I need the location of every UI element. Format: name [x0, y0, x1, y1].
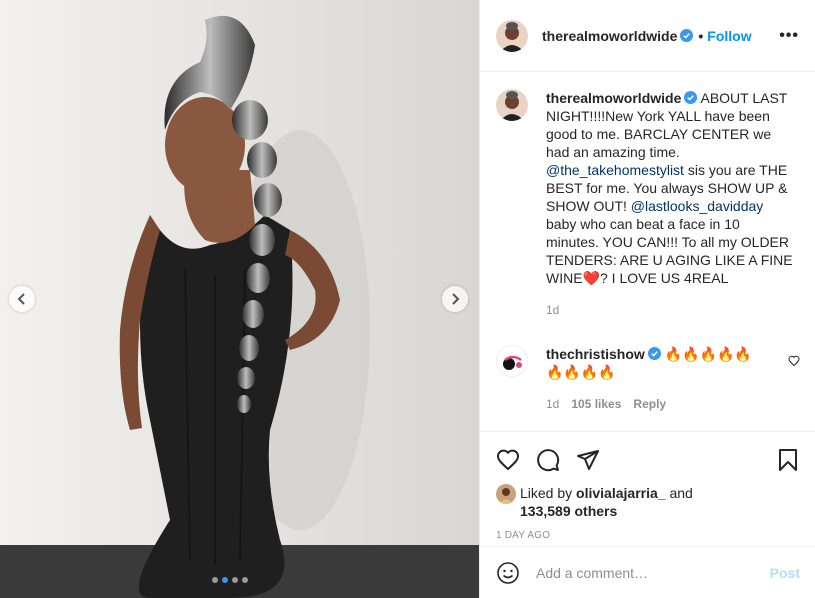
likes-text: Liked by olivialajarria_ and 133,589 oth…	[520, 484, 693, 520]
more-options-button[interactable]: •••	[779, 27, 799, 45]
header-separator: •	[698, 27, 704, 44]
heart-emoji: ❤️	[582, 270, 600, 286]
comment-item: thechristishow 🔥🔥🔥🔥🔥🔥🔥🔥🔥 1d 105 likes Re…	[496, 345, 800, 411]
like-comment-icon[interactable]	[788, 355, 800, 367]
comment-text: thechristishow 🔥🔥🔥🔥🔥🔥🔥🔥🔥	[546, 345, 766, 381]
carousel-dot	[232, 577, 238, 583]
save-button[interactable]	[776, 448, 800, 472]
comment-icon	[537, 449, 560, 472]
comment-likes[interactable]: 105 likes	[571, 397, 621, 411]
caption: therealmoworldwide ABOUT LAST NIGHT!!!!N…	[496, 89, 800, 317]
carousel-dot	[212, 577, 218, 583]
liked-by-prefix: Liked by	[520, 485, 573, 501]
carousel-prev-button[interactable]	[9, 286, 35, 312]
share-button[interactable]	[576, 448, 600, 472]
liker-avatar[interactable]	[496, 484, 516, 504]
verified-badge-icon	[680, 29, 694, 42]
bookmark-icon	[779, 449, 797, 471]
add-comment-input[interactable]	[536, 564, 770, 581]
chevron-right-icon	[452, 293, 460, 305]
emoji-button[interactable]	[496, 561, 520, 585]
post-comment-button[interactable]: Post	[770, 565, 800, 581]
mention-link[interactable]: @lastlooks_davidday	[631, 198, 764, 214]
author-avatar[interactable]	[496, 89, 528, 121]
verified-badge-icon	[684, 91, 698, 104]
post-image	[0, 0, 479, 598]
smiley-icon	[497, 561, 519, 584]
liked-by-user[interactable]: olivialajarria_	[576, 485, 666, 501]
commenter-username[interactable]: thechristishow	[546, 346, 645, 362]
send-icon	[577, 450, 599, 470]
like-button[interactable]	[496, 448, 520, 472]
comment-composer: Post	[480, 546, 815, 598]
caption-part: ? I LOVE US 4REAL	[600, 270, 729, 286]
caption-username[interactable]: therealmoworldwide	[546, 90, 681, 106]
liked-by-and: and	[669, 485, 693, 501]
commenter-avatar[interactable]	[496, 345, 528, 377]
comment-age[interactable]: 1d	[546, 397, 559, 411]
action-bar	[496, 440, 800, 480]
caption-age[interactable]: 1d	[546, 303, 559, 317]
carousel-indicator	[212, 577, 248, 583]
instagram-post-modal: therealmoworldwide • Follow ••• therealm…	[0, 0, 815, 598]
post-timestamp[interactable]: 1 DAY AGO	[496, 530, 800, 541]
post-sidebar: therealmoworldwide • Follow ••• therealm…	[479, 0, 815, 598]
carousel-next-button[interactable]	[442, 286, 468, 312]
post-actions: Liked by olivialajarria_ and 133,589 oth…	[480, 431, 815, 541]
verified-badge-icon	[647, 347, 661, 360]
comments-section[interactable]: therealmoworldwide ABOUT LAST NIGHT!!!!N…	[480, 73, 815, 431]
likes-summary: Liked by olivialajarria_ and 133,589 oth…	[496, 484, 800, 520]
post-header: therealmoworldwide • Follow •••	[480, 0, 815, 72]
reply-button[interactable]: Reply	[633, 397, 666, 411]
caption-text: therealmoworldwide ABOUT LAST NIGHT!!!!N…	[546, 89, 796, 287]
carousel-dot-active	[222, 577, 228, 583]
comment-button[interactable]	[536, 448, 560, 472]
author-avatar[interactable]	[496, 19, 528, 52]
mention-link[interactable]: @the_takehomestylist	[546, 162, 684, 178]
author-username[interactable]: therealmoworldwide	[542, 28, 677, 44]
chevron-left-icon	[17, 293, 25, 305]
heart-icon	[496, 449, 520, 471]
liked-by-others[interactable]: 133,589 others	[520, 503, 617, 519]
carousel-dot	[242, 577, 248, 583]
follow-button[interactable]: Follow	[707, 28, 751, 44]
post-photo[interactable]	[0, 0, 479, 598]
